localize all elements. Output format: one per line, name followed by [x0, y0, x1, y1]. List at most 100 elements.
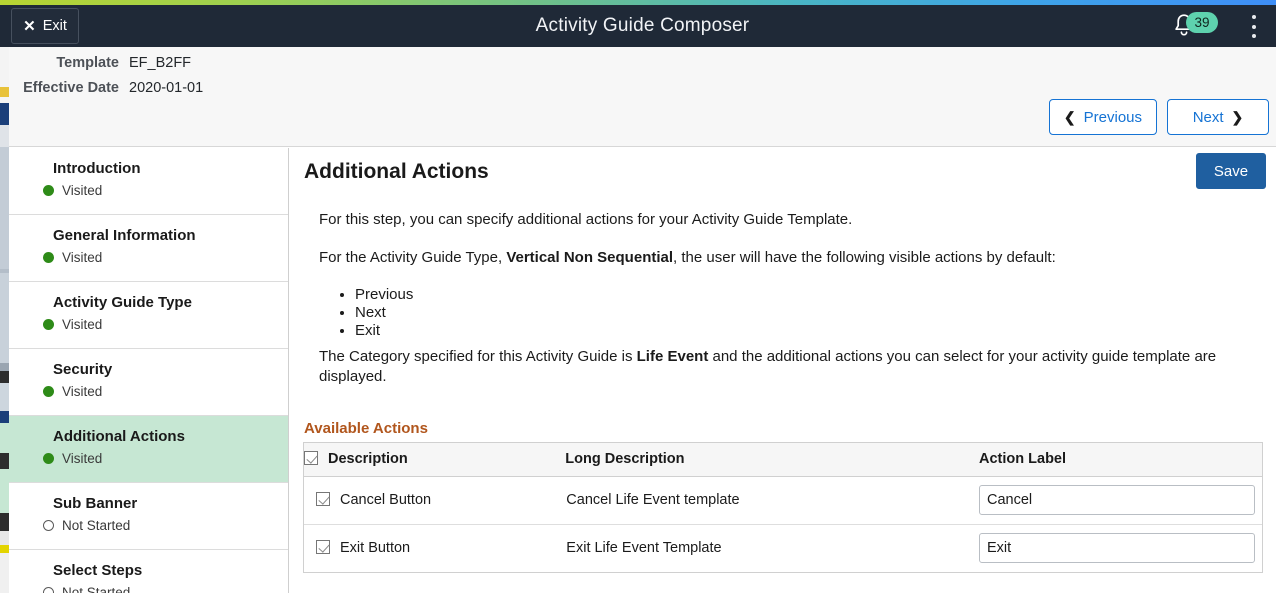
sidebar-item-status: Not Started: [43, 518, 288, 533]
list-item: Exit: [355, 322, 1224, 340]
row-checkbox[interactable]: [316, 540, 330, 555]
sidebar-item-additional-actions[interactable]: Additional Actions Visited: [9, 416, 288, 483]
status-dot-visited-icon: [43, 453, 54, 464]
main-content: Additional Actions Save For this step, y…: [290, 148, 1276, 593]
status-dot-visited-icon: [43, 319, 54, 330]
sidebar-item-status-label: Visited: [62, 384, 103, 399]
sidebar-item-status: Visited: [43, 384, 288, 399]
sidebar-item-status-label: Visited: [62, 451, 103, 466]
effective-date-value: 2020-01-01: [129, 80, 204, 96]
template-meta: Template EF_B2FF Effective Date 2020-01-…: [9, 55, 203, 105]
notifications-button[interactable]: 39: [1172, 12, 1218, 40]
page-title-header: Activity Guide Composer: [535, 15, 750, 36]
sidebar-item-label: Additional Actions: [53, 428, 185, 445]
sidebar-item-status: Visited: [43, 451, 288, 466]
sidebar-item-status-label: Not Started: [62, 518, 131, 533]
sidebar-item-security[interactable]: Security Visited: [9, 349, 288, 416]
table-header-row: Description Long Description Action Labe…: [304, 443, 1262, 477]
sidebar-item-status: Not Started: [43, 585, 288, 593]
sidebar-item-label: Security: [53, 361, 113, 378]
chevron-right-icon: ❯: [1231, 109, 1244, 125]
template-row: Template EF_B2FF: [9, 55, 203, 80]
app-header: Activity Guide Composer ✕ Exit 39: [9, 5, 1276, 47]
action-label-input[interactable]: [979, 533, 1256, 564]
column-header-action-label: Action Label: [979, 443, 1262, 477]
select-all-checkbox[interactable]: [304, 451, 318, 466]
paragraph-2-suffix: , the user will have the following visib…: [673, 249, 1056, 266]
sidebar-item-sub-banner[interactable]: Sub Banner Not Started: [9, 483, 288, 550]
instructions-paragraph-1: For this step, you can specify additiona…: [319, 211, 853, 228]
instructions-paragraph-3: The Category specified for this Activity…: [319, 347, 1224, 387]
sidebar-item-label: General Information: [53, 227, 196, 244]
wizard-navigation: ❮ Previous Next ❯: [1048, 99, 1269, 135]
sidebar-item-activity-guide-type[interactable]: Activity Guide Type Visited: [9, 282, 288, 349]
sidebar-item-status-label: Not Started: [62, 585, 131, 593]
app-root: Activity Guide Composer ✕ Exit 39 Templa…: [0, 0, 1276, 593]
background-window-sliver: [0, 0, 9, 593]
default-actions-list: Previous Next Exit: [319, 286, 1224, 340]
row-long-description: Cancel Life Event template: [565, 476, 980, 525]
chevron-left-icon: ❮: [1063, 109, 1076, 125]
notification-count-badge: 39: [1186, 12, 1218, 33]
sidebar-item-general-information[interactable]: General Information Visited: [9, 215, 288, 282]
action-label-input[interactable]: [979, 485, 1256, 515]
sidebar-item-select-steps[interactable]: Select Steps Not Started: [9, 550, 288, 593]
more-vertical-icon[interactable]: [1245, 15, 1263, 38]
sidebar-item-label: Sub Banner: [53, 495, 138, 512]
sidebar-item-status-label: Visited: [62, 250, 103, 265]
column-header-description-label: Description: [328, 451, 408, 468]
sidebar-item-status: Visited: [43, 317, 288, 332]
sidebar-item-label: Introduction: [53, 160, 141, 177]
template-subheader: Template EF_B2FF Effective Date 2020-01-…: [9, 47, 1276, 147]
template-value: EF_B2FF: [129, 55, 192, 71]
row-action-label-cell: [979, 476, 1262, 525]
list-item: Next: [355, 304, 1224, 322]
previous-button[interactable]: ❮ Previous: [1048, 99, 1157, 135]
instructions-paragraph-2: For the Activity Guide Type, Vertical No…: [319, 248, 1224, 267]
list-item: Previous: [355, 286, 1224, 304]
status-dot-visited-icon: [43, 252, 54, 263]
row-long-description: Exit Life Event Template: [566, 540, 722, 557]
close-x-icon: ✕: [23, 17, 36, 35]
effective-date-label: Effective Date: [23, 80, 119, 96]
sidebar-item-label: Select Steps: [53, 562, 143, 579]
activity-guide-type-value: Vertical Non Sequential: [506, 249, 674, 266]
sidebar-item-label: Activity Guide Type: [53, 294, 192, 311]
row-description-cell: Cancel Button: [304, 476, 566, 525]
column-header-long-description: Long Description: [565, 443, 980, 477]
row-action-label-cell: [979, 524, 1262, 572]
column-header-description: Description: [304, 443, 566, 477]
available-actions-title: Available Actions: [304, 420, 428, 437]
category-value: Life Event: [636, 348, 709, 365]
effective-date-row: Effective Date 2020-01-01: [9, 80, 203, 105]
previous-button-label: Previous: [1083, 108, 1142, 126]
template-label: Template: [56, 55, 119, 71]
available-actions-table: Description Long Description Action Labe…: [303, 442, 1263, 573]
sidebar-item-introduction[interactable]: Introduction Visited: [9, 148, 288, 215]
sidebar-item-status-label: Visited: [62, 317, 103, 332]
next-button-label: Next: [1192, 108, 1224, 126]
kebab-dot: [1252, 24, 1256, 29]
row-checkbox[interactable]: [316, 492, 330, 506]
exit-button[interactable]: ✕ Exit: [11, 8, 79, 44]
exit-button-label: Exit: [42, 18, 67, 34]
sidebar-item-status: Visited: [43, 250, 288, 265]
save-button[interactable]: Save: [1196, 153, 1266, 189]
kebab-dot: [1252, 15, 1256, 19]
page-title: Additional Actions: [304, 160, 489, 183]
row-description-label: Cancel Button: [340, 492, 432, 508]
table-row: Exit Button Exit Life Event Template: [304, 524, 1262, 572]
row-description-label: Exit Button: [340, 540, 411, 557]
next-button[interactable]: Next ❯: [1167, 99, 1269, 135]
table-row: Cancel Button Cancel Life Event template: [304, 476, 1262, 525]
paragraph-2-prefix: For the Activity Guide Type,: [319, 249, 507, 266]
paragraph-3-prefix: The Category specified for this Activity…: [319, 348, 637, 365]
top-gradient-accent: [9, 0, 1276, 5]
status-dot-visited-icon: [43, 386, 54, 397]
instructions-text: For this step, you can specify additiona…: [319, 210, 1224, 387]
row-description-cell: Exit Button: [304, 524, 565, 572]
step-sidebar: Introduction Visited General Information…: [9, 148, 289, 593]
status-dot-visited-icon: [43, 185, 54, 196]
sidebar-item-status: Visited: [43, 183, 288, 198]
status-dot-not-started-icon: [43, 520, 54, 531]
